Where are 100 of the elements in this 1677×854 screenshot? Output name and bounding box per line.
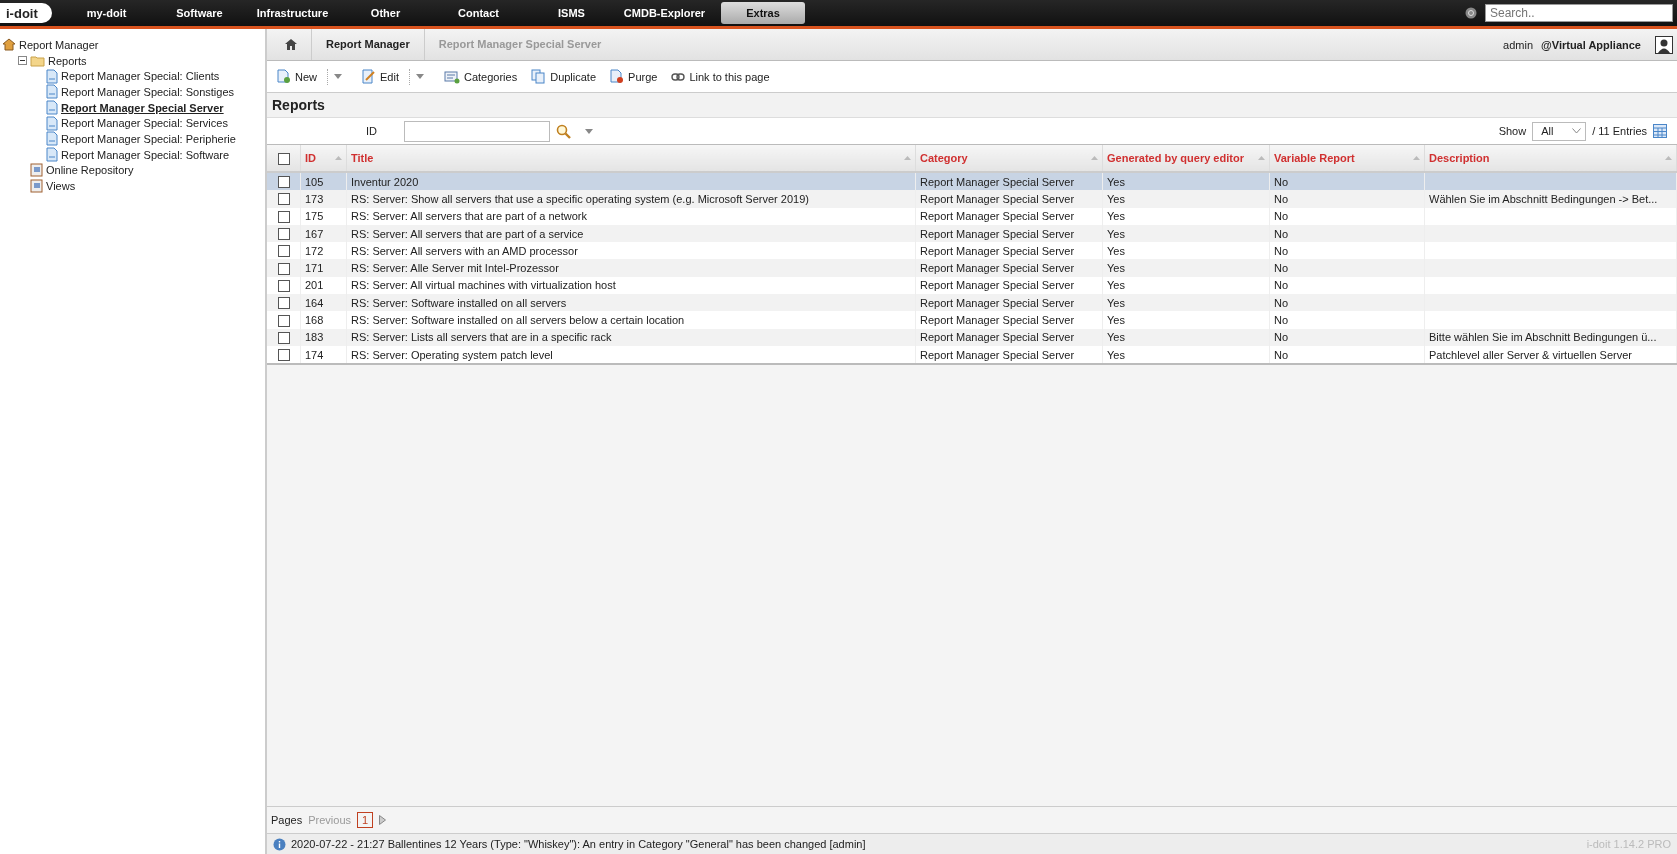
breadcrumb-link[interactable]: Report Manager bbox=[311, 29, 424, 60]
nav-tab[interactable]: ISMS bbox=[525, 2, 618, 24]
page-size-select[interactable]: All bbox=[1532, 121, 1587, 141]
nav-tab[interactable]: Contact bbox=[432, 2, 525, 24]
table-cell: Report Manager Special Server bbox=[920, 175, 1075, 188]
nav-tab[interactable]: Software bbox=[153, 2, 246, 24]
nav-tab[interactable]: Extras bbox=[721, 2, 805, 24]
column-header[interactable]: Generated by query editor bbox=[1102, 145, 1270, 172]
row-checkbox[interactable] bbox=[277, 210, 290, 223]
edit-icon bbox=[362, 69, 376, 84]
folder-icon bbox=[30, 54, 45, 67]
caret-icon[interactable] bbox=[585, 128, 593, 134]
row-checkbox[interactable] bbox=[277, 245, 290, 258]
row-checkbox[interactable] bbox=[277, 349, 290, 362]
table-cell: Report Manager Special Server bbox=[920, 192, 1075, 205]
table-cell: Report Manager Special Server bbox=[920, 296, 1075, 309]
nav-tab[interactable]: my-doit bbox=[60, 2, 153, 24]
column-header[interactable]: ID bbox=[300, 145, 347, 172]
table-cell: RS: Server: Lists all servers that are in a specific rack bbox=[351, 331, 612, 344]
column-header[interactable]: Variable Report bbox=[1269, 145, 1425, 172]
row-checkbox[interactable] bbox=[277, 193, 290, 206]
table-row[interactable]: 174 RS: Server: Operating system patch level Report Manager Special Server Yes No Patchlevel aller Server & virtuellen Server bbox=[267, 345, 1677, 365]
tenant-name: @Virtual Appliance bbox=[1541, 38, 1641, 51]
row-checkbox[interactable] bbox=[277, 176, 290, 189]
tree-item[interactable]: Report Manager Special: Software bbox=[61, 148, 230, 161]
table-cell: No bbox=[1274, 348, 1289, 361]
info-icon bbox=[273, 837, 286, 851]
table-row[interactable]: 175 RS: Server: All servers that are part of a network Report Manager Special Server Yes No bbox=[267, 207, 1677, 225]
table-row[interactable]: 173 RS: Server: Show all servers that use a specific operating system (e.g. Microsoft Server 2019) Report Manager Special Server Yes No Wählen Sie im Abschnitt Bedingungen -> Bet... bbox=[267, 190, 1677, 208]
tree-item[interactable]: Views bbox=[46, 180, 76, 193]
table-cell: No bbox=[1274, 227, 1289, 240]
select-all-checkbox[interactable] bbox=[277, 152, 290, 165]
tree-item[interactable]: Report Manager Special Server bbox=[61, 101, 224, 114]
row-checkbox[interactable] bbox=[277, 314, 290, 327]
column-header[interactable]: Title bbox=[346, 145, 916, 172]
table-icon[interactable] bbox=[1653, 124, 1667, 138]
status-message: 2020-07-22 - 21:27 Ballentines 12 Years (Type: "Whiskey"): An entry in Category "General" has been changed [admin] bbox=[291, 838, 866, 850]
filter-field[interactable] bbox=[404, 120, 550, 142]
table-cell: Report Manager Special Server bbox=[920, 279, 1075, 292]
search-icon[interactable] bbox=[556, 123, 571, 139]
table-cell: RS: Server: Software installed on all servers below a certain location bbox=[351, 314, 685, 326]
home-icon bbox=[2, 38, 16, 52]
tree-item[interactable]: Report Manager Special: Services bbox=[61, 117, 228, 130]
toolbar-button[interactable]: New bbox=[273, 67, 321, 86]
toolbar-button[interactable]: Duplicate bbox=[527, 67, 601, 86]
table-cell: No bbox=[1274, 192, 1289, 205]
book-icon bbox=[30, 163, 43, 178]
table-cell: Yes bbox=[1107, 348, 1125, 361]
column-header[interactable]: Category bbox=[915, 145, 1103, 172]
table-cell: 171 bbox=[305, 262, 324, 275]
table-cell: Inventur 2020 bbox=[351, 175, 419, 188]
avatar-icon[interactable] bbox=[1655, 35, 1673, 54]
table-cell: No bbox=[1274, 262, 1289, 275]
row-checkbox[interactable] bbox=[277, 331, 290, 344]
row-checkbox[interactable] bbox=[277, 262, 290, 275]
row-checkbox[interactable] bbox=[277, 279, 290, 292]
document-icon bbox=[46, 84, 58, 100]
caret-icon[interactable] bbox=[334, 74, 342, 79]
column-header[interactable]: Description bbox=[1424, 145, 1677, 172]
search-field[interactable]: Search.. bbox=[1485, 4, 1673, 22]
table-cell: RS: Server: Show all servers that use a specific operating system (e.g. Microsoft Server 2019) bbox=[351, 192, 809, 205]
table-row[interactable]: 168 RS: Server: Software installed on all servers below a certain location Report Manager Special Server Yes No bbox=[267, 311, 1677, 329]
nav-tab[interactable]: CMDB-Explorer bbox=[618, 2, 711, 24]
toolbar-button[interactable]: Purge bbox=[606, 67, 662, 86]
table-row[interactable]: 167 RS: Server: All servers that are part of a service Report Manager Special Server Yes No bbox=[267, 224, 1677, 243]
logo[interactable]: i-doit bbox=[0, 3, 52, 23]
table-cell: 105 bbox=[305, 175, 324, 188]
table-row[interactable]: 171 RS: Server: Alle Server mit Intel-Prozessor Report Manager Special Server Yes No bbox=[267, 259, 1677, 277]
document-icon bbox=[46, 68, 58, 84]
table-cell: 168 bbox=[305, 314, 324, 326]
caret-icon[interactable] bbox=[416, 74, 424, 79]
page-button[interactable]: 1 bbox=[357, 812, 374, 828]
table-cell: Report Manager Special Server bbox=[920, 314, 1075, 326]
table-row[interactable]: 105 Inventur 2020 Report Manager Special Server Yes No bbox=[267, 172, 1677, 191]
user-name: admin bbox=[1503, 38, 1533, 51]
toolbar-button[interactable]: Edit bbox=[358, 67, 403, 86]
collapse-icon[interactable] bbox=[18, 56, 27, 66]
table-cell: RS: Server: Operating system patch level bbox=[351, 348, 553, 361]
toolbar-button[interactable]: Link to this page bbox=[667, 68, 774, 85]
table-cell: No bbox=[1274, 331, 1289, 344]
home-icon[interactable] bbox=[285, 39, 297, 50]
next-icon[interactable] bbox=[379, 815, 387, 825]
tree-item[interactable]: Online Repository bbox=[46, 164, 134, 177]
table-cell: No bbox=[1274, 296, 1289, 309]
toolbar-button[interactable]: Categories bbox=[440, 67, 522, 86]
row-checkbox[interactable] bbox=[277, 297, 290, 310]
nav-tab[interactable]: Infrastructure bbox=[246, 2, 339, 24]
row-checkbox[interactable] bbox=[277, 228, 290, 241]
tree-item[interactable]: Report Manager bbox=[19, 38, 99, 51]
tree-item[interactable]: Report Manager Special: Clients bbox=[61, 70, 220, 83]
table-row[interactable]: 164 RS: Server: Software installed on all servers Report Manager Special Server Yes No bbox=[267, 294, 1677, 312]
tree-item[interactable]: Reports bbox=[48, 54, 87, 67]
filter-label: ID bbox=[366, 125, 378, 137]
table-cell: Yes bbox=[1107, 314, 1125, 326]
table-cell: RS: Server: All servers that are part of a network bbox=[351, 210, 587, 223]
nav-tab[interactable]: Other bbox=[339, 2, 432, 24]
tree-item[interactable]: Report Manager Special: Sonstiges bbox=[61, 85, 235, 98]
tree-item[interactable]: Report Manager Special: Peripherie bbox=[61, 132, 236, 145]
help-icon[interactable] bbox=[1465, 7, 1477, 19]
table-row[interactable]: 183 RS: Server: Lists all servers that are in a specific rack Report Manager Special Server Yes No Bitte wählen Sie im Abschnitt Bedingungen ü... bbox=[267, 328, 1677, 346]
